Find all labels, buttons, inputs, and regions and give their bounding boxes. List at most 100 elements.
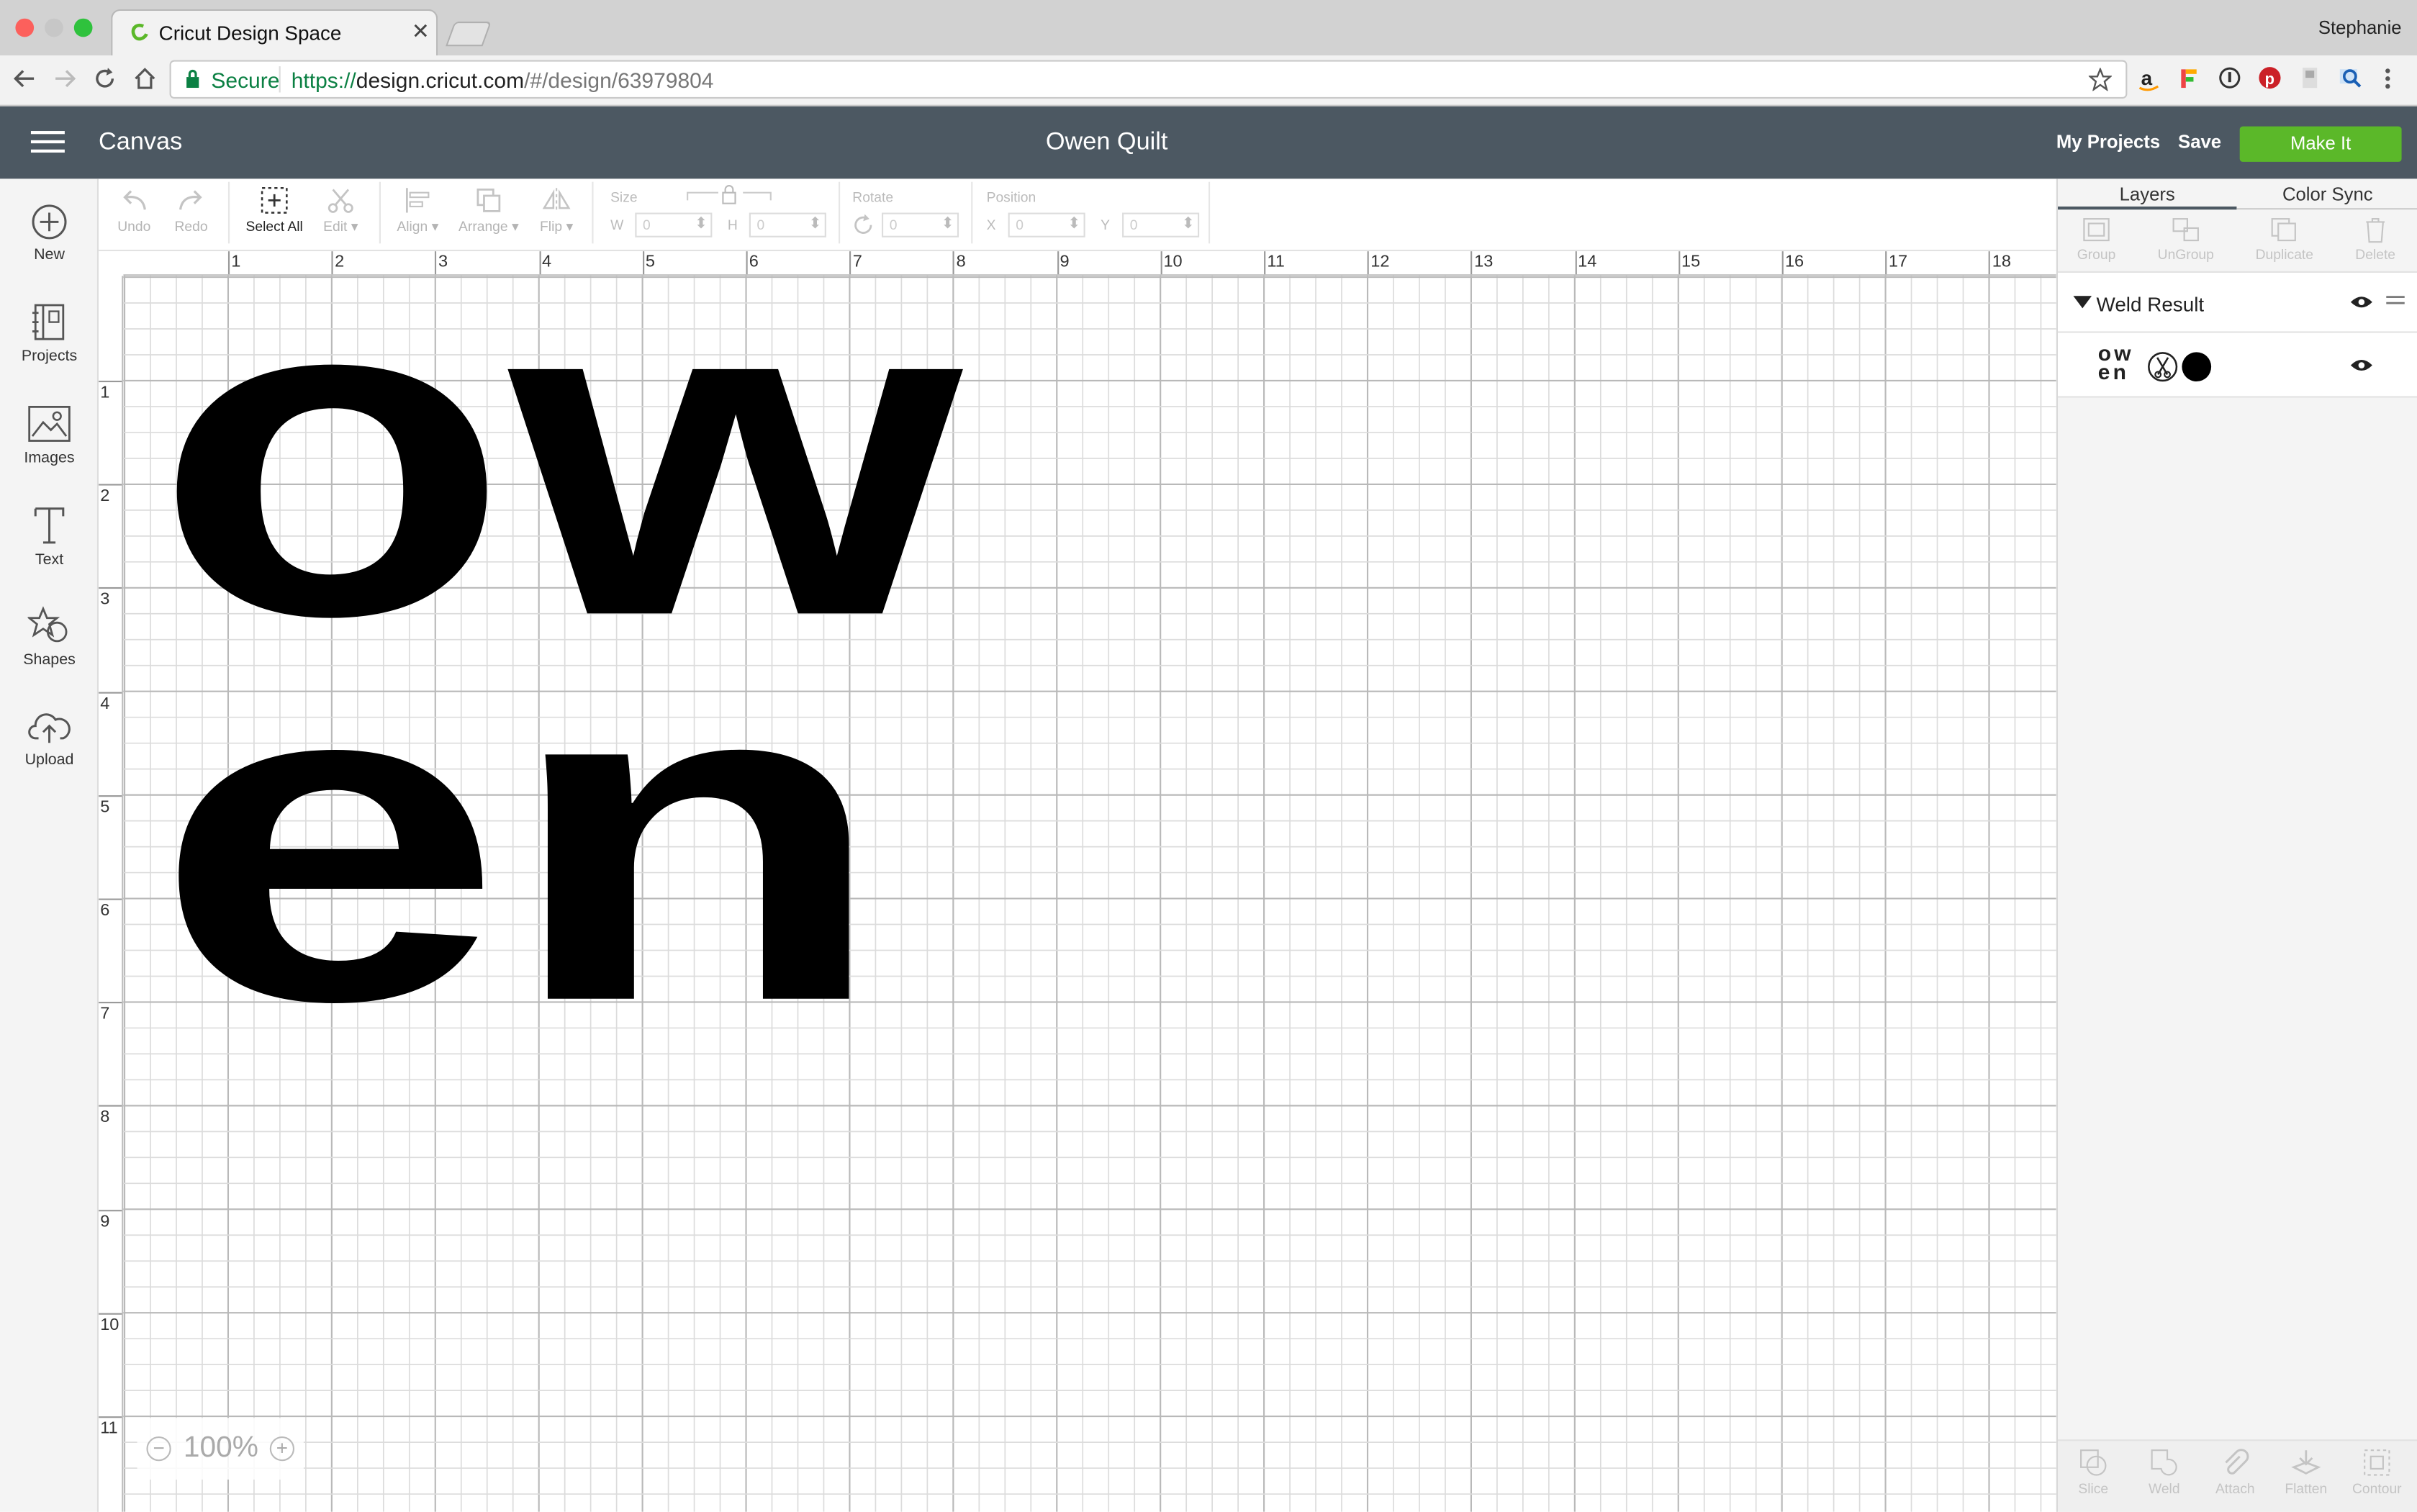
arrange-button[interactable]: Arrange ▾ xyxy=(453,185,525,236)
zoom-in-button[interactable]: + xyxy=(269,1436,295,1462)
width-input[interactable]: 0 xyxy=(635,212,713,237)
trash-icon xyxy=(2332,216,2417,244)
caret-down-icon[interactable] xyxy=(2073,296,2092,309)
delete-button[interactable]: Delete xyxy=(2332,216,2417,262)
ruler-tick-label: 17 xyxy=(1888,253,1908,271)
plus-circle-icon xyxy=(0,204,99,240)
cricut-favicon-icon xyxy=(128,22,150,43)
redo-button[interactable]: Redo xyxy=(168,185,214,235)
position-y-input[interactable]: 0 xyxy=(1122,212,1200,237)
browser-menu-icon[interactable] xyxy=(2382,66,2394,91)
sidebar-item-new[interactable]: New xyxy=(0,204,99,264)
undo-button[interactable]: Undo xyxy=(111,185,157,235)
duplicate-button[interactable]: Duplicate xyxy=(2241,216,2328,262)
eye-icon[interactable] xyxy=(2350,358,2372,373)
design-canvas[interactable]: 1 2 3 4 5 6 7 8 9 10 11 12 13 14 15 16 17 18 1 2 3 4 5 6 7 8 9 10 1… xyxy=(99,251,2056,1512)
make-it-button[interactable]: Make It xyxy=(2239,126,2402,162)
ungroup-label: UnGroup xyxy=(2157,246,2214,263)
bookmark-star-icon[interactable] xyxy=(2088,68,2112,91)
sidebar-item-upload[interactable]: Upload xyxy=(0,709,99,769)
sidebar-item-shapes[interactable]: Shapes xyxy=(0,606,99,669)
sidebar-item-text[interactable]: Text xyxy=(0,505,99,569)
tab-close-icon[interactable]: ✕ xyxy=(412,19,430,45)
slice-button[interactable]: Slice xyxy=(2058,1447,2129,1497)
layer-item-row[interactable]: ow en xyxy=(2058,332,2417,398)
ruler-tick xyxy=(1781,251,1784,275)
f-extension-icon[interactable] xyxy=(2178,66,2200,91)
rotate-input[interactable]: 0 xyxy=(881,212,959,237)
select-all-button[interactable]: Select All xyxy=(240,185,308,235)
edit-button[interactable]: Edit ▾ xyxy=(315,185,367,236)
sidebar-item-label: New xyxy=(34,246,65,264)
info-extension-icon[interactable] xyxy=(2218,66,2241,89)
zoom-out-button[interactable]: − xyxy=(146,1436,171,1462)
secure-label: Secure xyxy=(211,68,280,93)
sidebar-item-projects[interactable]: Projects xyxy=(0,302,99,366)
weld-button[interactable]: Weld xyxy=(2129,1447,2200,1496)
undo-icon xyxy=(111,185,157,216)
toolbar-divider xyxy=(379,181,381,244)
scissors-icon xyxy=(315,185,367,216)
contour-button[interactable]: Contour xyxy=(2341,1447,2413,1496)
minimize-window-button[interactable] xyxy=(45,18,63,37)
group-button[interactable]: Group xyxy=(2054,216,2140,262)
browser-tab-bar: Cricut Design Space ✕ Stephanie xyxy=(0,0,2417,56)
duplicate-label: Duplicate xyxy=(2255,246,2314,263)
shapes-icon xyxy=(0,606,99,646)
sidebar-item-images[interactable]: Images xyxy=(0,404,99,467)
design-text-line-2[interactable]: en xyxy=(163,667,965,1022)
search-extension-icon[interactable] xyxy=(2339,66,2362,89)
height-input[interactable]: 0 xyxy=(749,212,826,237)
cut-scissors-icon[interactable] xyxy=(2147,351,2178,382)
drag-handle-icon[interactable] xyxy=(2386,296,2405,305)
maximize-window-button[interactable] xyxy=(73,18,93,37)
reload-icon[interactable] xyxy=(92,66,117,91)
close-window-button[interactable] xyxy=(15,18,35,37)
pinterest-extension-icon[interactable]: p xyxy=(2258,66,2281,89)
slice-label: Slice xyxy=(2078,1481,2109,1497)
ruler-tick xyxy=(331,251,333,275)
position-x-input[interactable]: 0 xyxy=(1008,212,1085,237)
align-label: Align ▾ xyxy=(397,219,439,235)
home-icon[interactable] xyxy=(132,66,157,91)
eye-icon[interactable] xyxy=(2350,294,2372,309)
ruler-tick-label: 14 xyxy=(1578,253,1597,271)
amazon-extension-icon[interactable]: a xyxy=(2138,66,2159,91)
flatten-button[interactable]: Flatten xyxy=(2271,1447,2342,1496)
design-text-line-1-glyphs: ow xyxy=(163,282,964,652)
url-bar[interactable]: Secure https://design.cricut.com/#/desig… xyxy=(169,60,2128,99)
layer-group-row[interactable]: Weld Result xyxy=(2058,271,2417,333)
tab-layers[interactable]: Layers xyxy=(2058,178,2237,210)
ruler-tick xyxy=(538,251,541,275)
attach-button[interactable]: Attach xyxy=(2200,1447,2271,1496)
arrange-icon xyxy=(453,185,525,216)
browser-tab-cricut[interactable]: Cricut Design Space ✕ xyxy=(111,9,438,56)
ruler-tick-label: 9 xyxy=(100,1212,110,1231)
design-text-line-2-glyphs: en xyxy=(163,667,888,1022)
tab-color-sync[interactable]: Color Sync xyxy=(2236,178,2417,210)
document-extension-icon[interactable] xyxy=(2298,66,2321,89)
ruler-tick xyxy=(99,795,122,797)
design-text-line-1[interactable]: ow xyxy=(163,282,965,652)
back-arrow-icon[interactable] xyxy=(12,66,37,91)
url-divider xyxy=(279,66,281,93)
toolbar-divider xyxy=(227,181,230,244)
width-label: W xyxy=(610,217,624,233)
lock-aspect-icon[interactable] xyxy=(685,185,777,207)
align-icon xyxy=(389,185,447,216)
align-button[interactable]: Align ▾ xyxy=(389,185,447,236)
new-tab-button[interactable] xyxy=(446,21,492,47)
ruler-tick-label: 6 xyxy=(100,901,110,920)
ungroup-button[interactable]: UnGroup xyxy=(2143,216,2229,262)
layer-color-swatch[interactable] xyxy=(2181,351,2212,382)
my-projects-link[interactable]: My Projects xyxy=(2056,131,2160,153)
save-button[interactable]: Save xyxy=(2178,131,2221,153)
ruler-tick xyxy=(1264,251,1266,275)
profile-name[interactable]: Stephanie xyxy=(2318,17,2402,39)
ruler-tick xyxy=(99,1209,122,1211)
flip-button[interactable]: Flip ▾ xyxy=(533,185,579,236)
forward-arrow-icon[interactable] xyxy=(53,66,77,91)
ruler-tick-label: 4 xyxy=(541,253,552,271)
arrange-label: Arrange ▾ xyxy=(458,219,519,235)
text-icon xyxy=(0,505,99,546)
